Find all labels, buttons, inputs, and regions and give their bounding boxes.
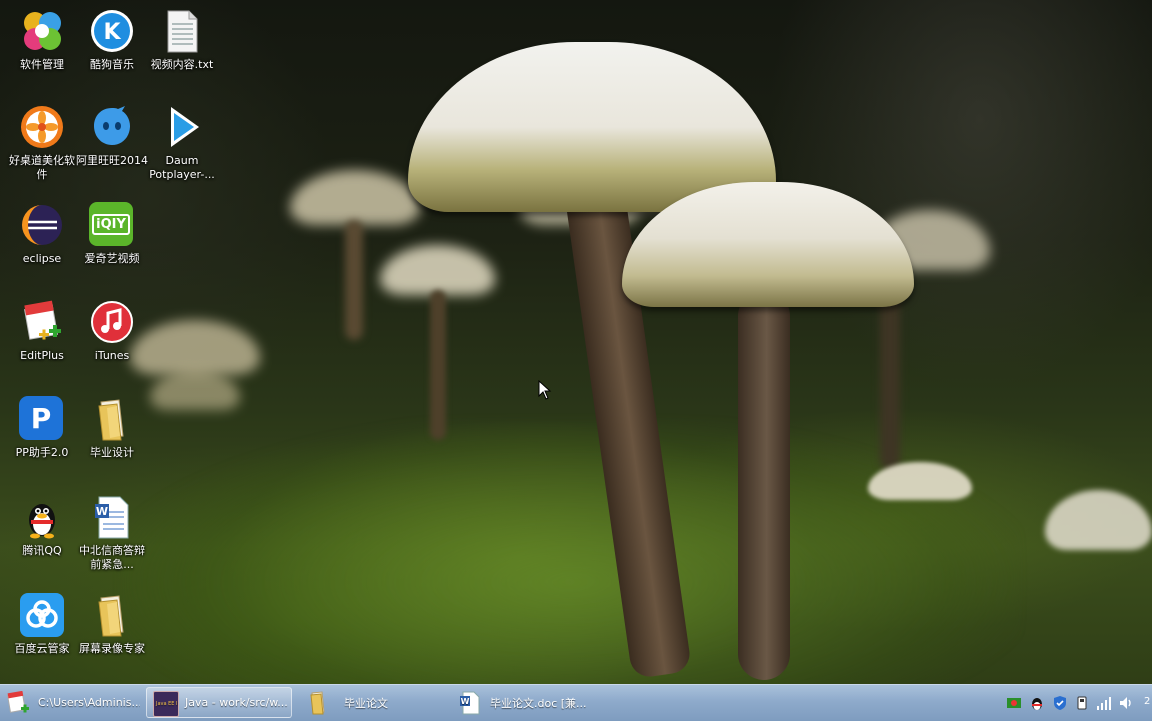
clock-text[interactable]: 2 xyxy=(1144,696,1150,707)
folder-icon xyxy=(89,396,135,442)
folder-icon xyxy=(306,690,330,715)
itunes-icon xyxy=(89,299,135,345)
taskbar-button-label: C:\Users\Adminis... xyxy=(38,696,140,709)
desktop-icon-video-txt[interactable]: 视频内容.txt xyxy=(144,8,220,72)
svg-text:W: W xyxy=(461,697,470,706)
desktop-icon-baidu-cloud[interactable]: 百度云管家 xyxy=(4,592,80,656)
signal-bars-icon[interactable] xyxy=(1096,695,1112,711)
desktop-icon-eclipse[interactable]: eclipse xyxy=(4,202,80,266)
desktop-icon-editplus[interactable]: EditPlus xyxy=(4,299,80,363)
desktop-icon-label: 腾讯QQ xyxy=(22,544,62,557)
wangwang-icon xyxy=(89,104,135,150)
desktop-icon-haozhuodao[interactable]: 好桌道美化软件 xyxy=(4,104,80,182)
usb-device-icon[interactable] xyxy=(1074,695,1090,711)
desktop-icon-kugou[interactable]: K 酷狗音乐 xyxy=(74,8,150,72)
desktop-icon-label: 百度云管家 xyxy=(14,642,70,655)
bg-mushroom-cap xyxy=(1045,490,1152,550)
word-doc-icon: W xyxy=(89,494,135,540)
network-flag-icon[interactable] xyxy=(1006,695,1022,711)
desktop-wallpaper xyxy=(0,0,1152,684)
pp-logo-text: P xyxy=(30,401,52,435)
desktop-icon-software-manager[interactable]: 软件管理 xyxy=(4,8,80,72)
desktop-icon-pp-assistant[interactable]: P PP助手2.0 xyxy=(4,396,80,460)
taskbar: C:\Users\Adminis... Java EE IDE Java - w… xyxy=(0,684,1152,721)
desktop-icon-label: 爱奇艺视频 xyxy=(84,252,140,265)
desktop-icon-itunes[interactable]: iTunes xyxy=(74,299,150,363)
desktop-icon-label: eclipse xyxy=(22,252,62,265)
bg-mushroom-cap xyxy=(380,245,495,295)
desktop-icon-label: PP助手2.0 xyxy=(15,446,69,459)
desktop-icon-qq[interactable]: 腾讯QQ xyxy=(4,494,80,558)
mouse-cursor-icon xyxy=(538,379,552,400)
play-icon xyxy=(159,104,205,150)
desktop-icon-defense-doc[interactable]: W 中北信商答辩前紧急... xyxy=(74,494,150,572)
bg-mushroom-stem xyxy=(345,220,363,340)
taskbar-button-java-ide[interactable]: Java EE IDE Java - work/src/w... xyxy=(146,687,292,718)
editplus-icon xyxy=(19,299,65,345)
taskbar-button-thesis-doc[interactable]: W 毕业论文.doc [兼... xyxy=(452,687,598,718)
editplus-icon xyxy=(6,690,30,715)
taskbar-button-label: Java - work/src/w... xyxy=(185,696,288,709)
volume-icon[interactable] xyxy=(1118,695,1134,711)
desktop-icon-label: EditPlus xyxy=(20,349,64,362)
desktop-icon-label: 中北信商答辩前紧急... xyxy=(79,544,145,571)
bg-mushroom-cap xyxy=(150,370,240,410)
desktop-icon-aliwangwang[interactable]: 阿里旺旺2014 xyxy=(74,104,150,168)
word-doc-icon: W xyxy=(458,691,482,715)
svg-text:K: K xyxy=(103,20,121,45)
iqiyi-logo-text: iQIY xyxy=(92,213,130,235)
taskbar-button-explorer[interactable]: C:\Users\Adminis... xyxy=(0,687,140,718)
desktop-icon-label: 屏幕录像专家 xyxy=(79,642,145,655)
text-file-icon xyxy=(159,8,205,54)
bg-mushroom-cap xyxy=(290,170,420,225)
svg-text:W: W xyxy=(96,505,108,518)
desktop-icon-label: 毕业设计 xyxy=(90,446,134,459)
desktop-icon-label: 酷狗音乐 xyxy=(90,58,134,71)
desktop-icon-potplayer[interactable]: Daum Potplayer-... xyxy=(144,104,220,182)
eclipse-icon xyxy=(19,202,65,248)
desktop-icon-iqiyi[interactable]: iQIY 爱奇艺视频 xyxy=(74,202,150,266)
desktop-icon-label: 好桌道美化软件 xyxy=(9,154,75,181)
desktop-icon-graduation-design[interactable]: 毕业设计 xyxy=(74,396,150,460)
pinwheel-icon xyxy=(19,8,65,54)
baidu-cloud-icon xyxy=(19,592,65,638)
java-ee-ide-icon: Java EE IDE xyxy=(153,690,179,717)
orange-flower-icon xyxy=(19,104,65,150)
bg-mushroom-stem xyxy=(430,290,446,440)
desktop-icon-label: 软件管理 xyxy=(20,58,64,71)
folder-icon xyxy=(89,592,135,638)
desktop-icon-label: Daum Potplayer-... xyxy=(149,154,215,181)
kugou-k-icon: K xyxy=(89,8,135,54)
iqiyi-icon: iQIY xyxy=(89,202,135,248)
ide-badge-text: Java EE IDE xyxy=(156,700,178,707)
desktop-icon-label: iTunes xyxy=(94,349,130,362)
system-tray: 2 xyxy=(1002,685,1152,721)
qq-penguin-icon xyxy=(19,494,65,540)
desktop-icon-screen-recorder[interactable]: 屏幕录像专家 xyxy=(74,592,150,656)
desktop-icon-label: 阿里旺旺2014 xyxy=(76,154,148,167)
taskbar-button-label: 毕业论文 xyxy=(344,696,388,710)
security-shield-icon[interactable] xyxy=(1052,695,1068,711)
taskbar-button-label: 毕业论文.doc [兼... xyxy=(490,696,587,710)
qq-tray-icon[interactable] xyxy=(1029,695,1045,711)
second-mushroom-stem xyxy=(738,290,790,680)
desktop-icon-label: 视频内容.txt xyxy=(150,58,214,71)
taskbar-button-thesis-folder[interactable]: 毕业论文 xyxy=(300,687,448,718)
pp-icon: P xyxy=(19,396,65,442)
